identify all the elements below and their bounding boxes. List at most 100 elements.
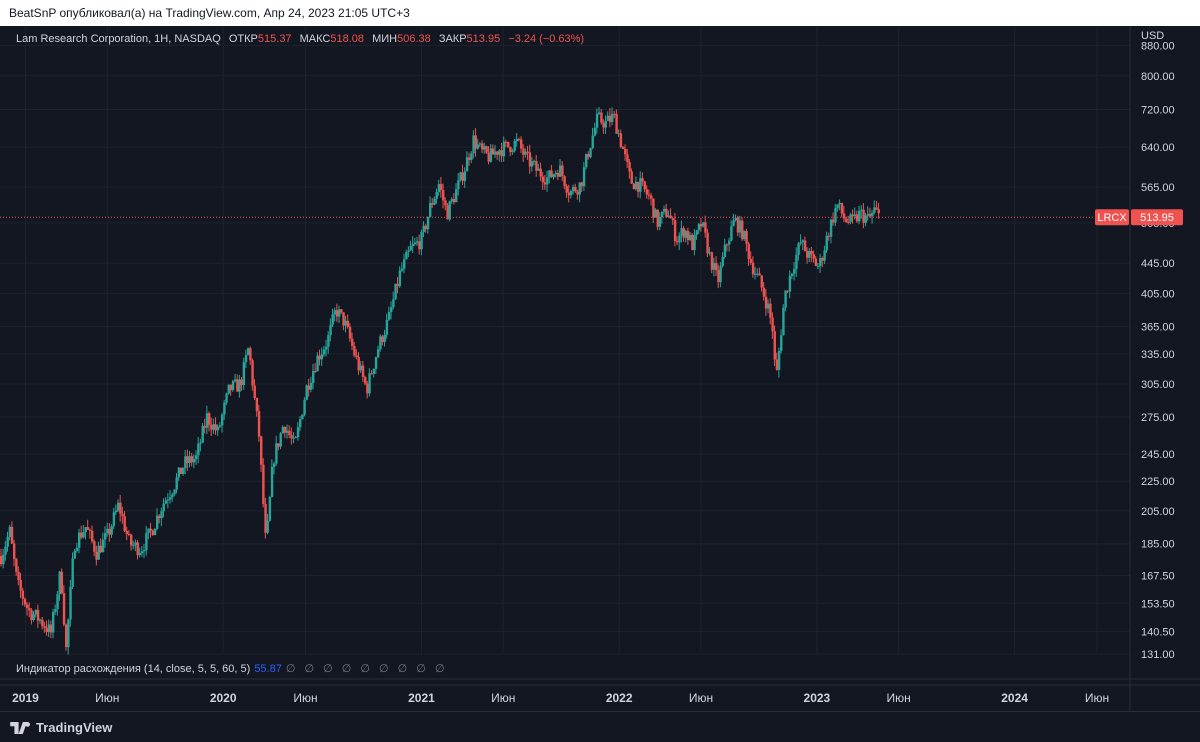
candle-body bbox=[777, 350, 781, 370]
candle-body bbox=[279, 433, 282, 447]
candle-body bbox=[433, 198, 436, 205]
candle-body bbox=[10, 526, 14, 544]
candle-body bbox=[160, 511, 163, 519]
candle-body bbox=[212, 424, 215, 430]
candle-body bbox=[188, 456, 191, 463]
candle-body bbox=[247, 348, 250, 356]
candle-body bbox=[660, 211, 664, 217]
candle-body bbox=[613, 113, 616, 115]
candle-body bbox=[41, 619, 44, 627]
candle-body bbox=[502, 141, 506, 157]
candle-body bbox=[498, 150, 501, 155]
candles bbox=[0, 107, 880, 655]
candle-body bbox=[266, 520, 269, 533]
candle-body bbox=[322, 349, 326, 355]
candle-body bbox=[496, 151, 499, 155]
candle-body bbox=[253, 385, 256, 399]
candle-body bbox=[0, 556, 3, 565]
candle-body bbox=[296, 427, 300, 438]
candle-body bbox=[784, 290, 787, 308]
candle-body bbox=[535, 161, 538, 171]
candle-body bbox=[587, 154, 590, 158]
price-tick-label: 565.00 bbox=[1141, 182, 1175, 194]
candle-body bbox=[754, 273, 757, 275]
candle-body bbox=[626, 154, 629, 163]
candle-body bbox=[803, 240, 807, 252]
candle-body bbox=[730, 226, 733, 241]
low-label: МИН bbox=[372, 33, 398, 45]
candle-body bbox=[465, 157, 469, 172]
candle-body bbox=[357, 357, 360, 371]
candle-body bbox=[593, 127, 597, 136]
candle-body bbox=[348, 326, 352, 339]
candle-body bbox=[715, 262, 718, 271]
candle-body bbox=[418, 241, 421, 250]
candle-body bbox=[461, 172, 464, 182]
candle-body bbox=[799, 242, 802, 244]
time-tick-label: 2021 bbox=[408, 691, 435, 705]
candle-body bbox=[602, 122, 605, 128]
candle-body bbox=[407, 250, 410, 253]
candle-body bbox=[595, 113, 599, 128]
candle-body bbox=[769, 303, 772, 318]
candle-body bbox=[288, 430, 291, 436]
candle-body bbox=[665, 208, 668, 218]
currency-label[interactable]: USD bbox=[1141, 30, 1164, 42]
price-tick-label: 167.50 bbox=[1141, 570, 1175, 582]
candle-body bbox=[143, 550, 146, 552]
candle-body bbox=[574, 186, 577, 192]
indicator-label[interactable]: Индикатор расхождения (14, close, 5, 5, … bbox=[16, 663, 250, 675]
candle-body bbox=[234, 379, 237, 382]
candle-body bbox=[257, 411, 261, 437]
candle-body bbox=[760, 275, 763, 288]
candle-body bbox=[580, 182, 584, 187]
candle-body bbox=[132, 545, 135, 547]
candle-body bbox=[756, 273, 759, 275]
candle-body bbox=[208, 413, 211, 425]
open-label: ОТКР bbox=[228, 33, 258, 45]
candle-body bbox=[283, 426, 287, 433]
candle-body bbox=[543, 182, 547, 185]
candle-body bbox=[671, 218, 675, 221]
grid-lines bbox=[0, 26, 1200, 711]
candle-body bbox=[394, 283, 397, 300]
candle-body bbox=[97, 545, 100, 560]
candle-body bbox=[335, 310, 339, 317]
candle-body bbox=[203, 425, 207, 428]
price-axis[interactable]: 880.00800.00720.00640.00565.00505.00445.… bbox=[1141, 40, 1175, 661]
candle-body bbox=[21, 590, 25, 599]
candle-body bbox=[227, 384, 230, 394]
candle-body bbox=[840, 203, 844, 214]
candle-body bbox=[554, 172, 558, 175]
tradingview-logo[interactable]: TradingView bbox=[10, 720, 112, 735]
candle-body bbox=[814, 258, 818, 266]
candle-body bbox=[60, 571, 64, 594]
symbol-title[interactable]: Lam Research Corporation, 1H, NASDAQ bbox=[16, 33, 221, 45]
candle-body bbox=[868, 214, 872, 217]
candle-body bbox=[563, 176, 566, 187]
candle-body bbox=[767, 303, 770, 309]
candle-body bbox=[108, 528, 111, 535]
candle-body bbox=[80, 532, 83, 538]
candle-body bbox=[847, 222, 850, 224]
candle-body bbox=[6, 537, 9, 547]
candle-body bbox=[52, 612, 55, 633]
candle-body bbox=[699, 224, 703, 227]
candle-body bbox=[260, 436, 263, 465]
candle-body bbox=[17, 571, 20, 581]
candle-body bbox=[823, 250, 826, 261]
price-chart[interactable]: 880.00800.00720.00640.00565.00505.00445.… bbox=[0, 26, 1200, 711]
time-axis[interactable]: 2019 Июн 2020 Июн 2021 Июн 2022 Июн 2023 Июн 2024 И… bbox=[12, 691, 1109, 705]
candle-body bbox=[32, 614, 35, 621]
time-tick-label: 2020 bbox=[210, 691, 237, 705]
candle-body bbox=[632, 183, 636, 190]
candle-body bbox=[270, 466, 274, 498]
time-tick-label: Июн bbox=[689, 691, 713, 705]
candle-body bbox=[749, 259, 753, 263]
candle-body bbox=[299, 419, 302, 428]
candle-body bbox=[175, 477, 178, 490]
candle-body bbox=[82, 532, 85, 538]
price-tick-label: 640.00 bbox=[1141, 142, 1175, 154]
candle-body bbox=[572, 186, 575, 191]
candle-body bbox=[136, 542, 139, 556]
